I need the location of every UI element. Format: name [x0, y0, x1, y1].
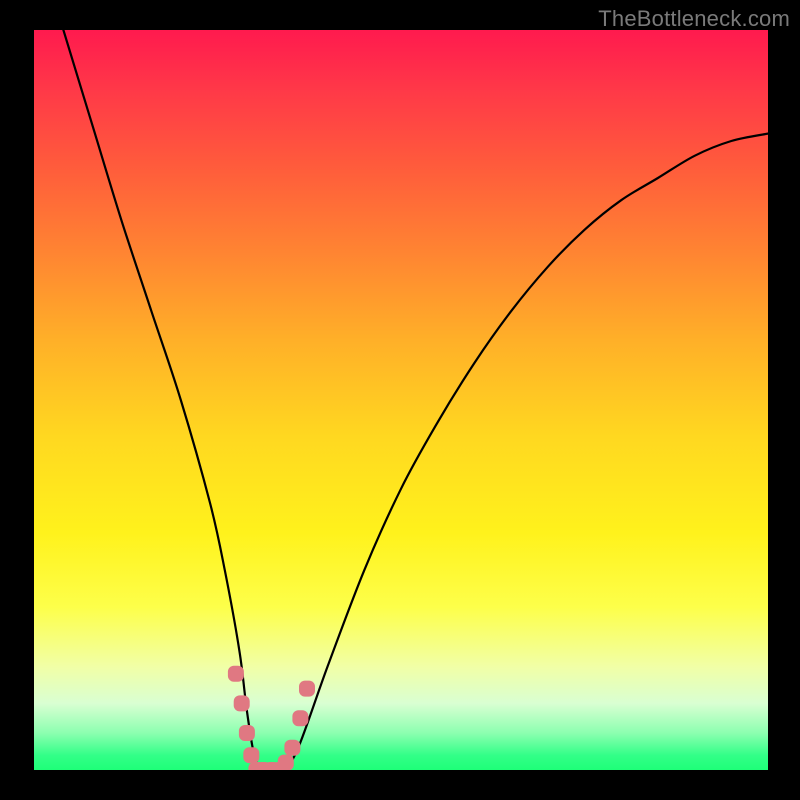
highlight-marker: [299, 681, 315, 697]
highlight-marker: [228, 666, 244, 682]
highlight-marker: [243, 747, 259, 763]
plot-area: [34, 30, 768, 770]
chart-frame: TheBottleneck.com: [0, 0, 800, 800]
highlight-markers: [228, 666, 315, 770]
watermark-text: TheBottleneck.com: [598, 6, 790, 32]
chart-svg: [34, 30, 768, 770]
highlight-marker: [284, 740, 300, 756]
highlight-marker: [234, 695, 250, 711]
highlight-marker: [292, 710, 308, 726]
highlight-marker: [278, 755, 294, 770]
highlight-marker: [239, 725, 255, 741]
bottleneck-curve-path: [63, 30, 768, 770]
